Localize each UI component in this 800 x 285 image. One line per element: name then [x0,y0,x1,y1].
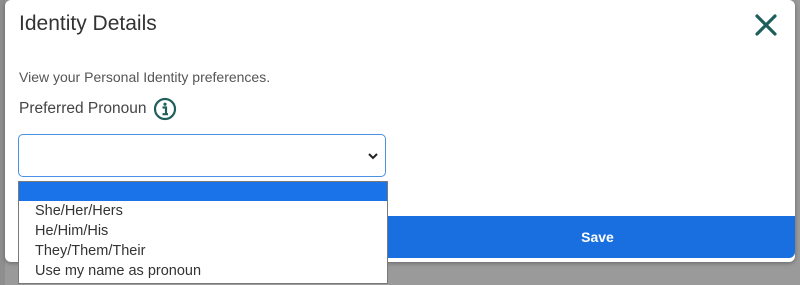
pronoun-select[interactable] [18,134,386,177]
option-he-him-his[interactable]: He/Him/His [19,221,387,241]
close-icon [755,14,777,36]
info-icon [153,97,176,121]
dialog-title: Identity Details [19,12,157,35]
dialog-description: View your Personal Identity preferences. [19,69,271,85]
close-button[interactable] [753,12,779,38]
chevron-down-icon [368,153,378,160]
save-button[interactable]: Save [380,216,795,258]
option-she-her-hers[interactable]: She/Her/Hers [19,201,387,221]
option-they-them-their[interactable]: They/Them/Their [19,241,387,261]
option-blank[interactable] [19,182,387,201]
pronoun-label-row: Preferred Pronoun [19,97,177,121]
option-use-my-name[interactable]: Use my name as pronoun [19,261,387,281]
save-button-label: Save [581,229,614,245]
pronoun-options-list: She/Her/Hers He/Him/His They/Them/Their … [18,181,388,284]
info-button[interactable] [153,97,177,121]
pronoun-label: Preferred Pronoun [19,100,147,117]
